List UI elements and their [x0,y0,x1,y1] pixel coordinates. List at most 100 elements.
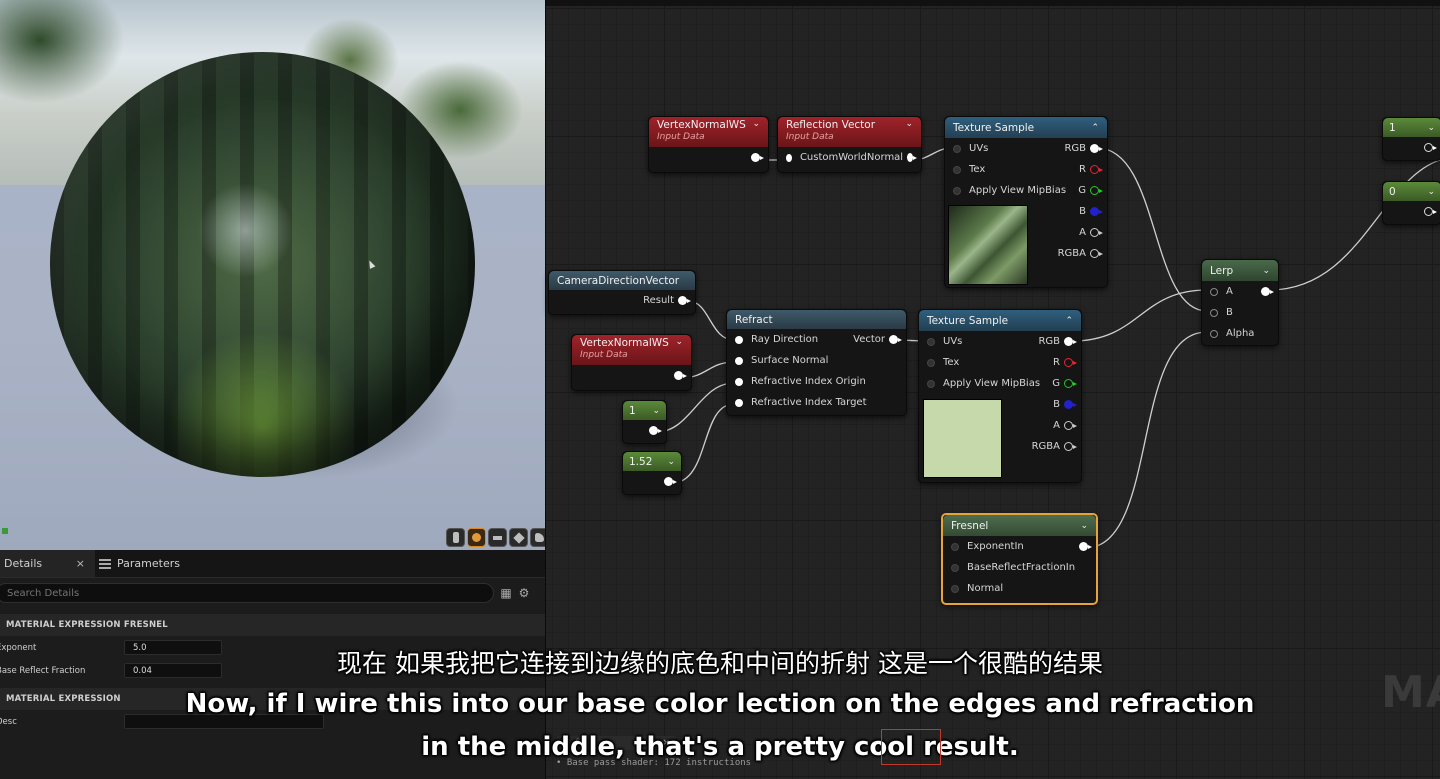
node-header[interactable]: CameraDirectionVector [549,271,695,290]
input-pin[interactable] [735,335,743,344]
output-pin[interactable] [649,426,662,435]
node-header[interactable]: Refract [727,310,906,329]
node-refract[interactable]: Refract Ray Direction Vector Surface Nor… [726,309,907,416]
input-pin[interactable] [786,153,792,162]
node-header[interactable]: Lerp ⌄ [1202,260,1278,281]
node-constant-top-0[interactable]: 0 ⌄ [1382,181,1440,225]
chevron-down-icon[interactable]: ⌄ [652,406,660,416]
node-fresnel[interactable]: Fresnel ⌄ ExponentIn BaseReflectFraction… [941,513,1098,605]
chevron-down-icon[interactable]: ⌄ [1427,187,1435,197]
output-pin[interactable] [1261,287,1274,296]
output-pin[interactable] [751,153,764,162]
node-texture-sample-1[interactable]: Texture Sample ⌃ UVs RGB Tex R Apply Vie… [944,116,1108,288]
pin-row: UVs RGB [945,138,1107,159]
pin-label: Ray Direction [751,334,819,345]
pin-label: B [1053,399,1060,410]
input-pin[interactable] [953,165,961,174]
output-pin[interactable] [1064,379,1077,388]
input-pin[interactable] [951,542,959,551]
output-pin[interactable] [1090,207,1103,216]
output-pin[interactable] [1064,421,1077,430]
input-pin[interactable] [951,563,959,572]
tab-parameters-label: Parameters [117,557,180,570]
output-pin[interactable] [1090,249,1103,258]
input-pin[interactable] [927,358,935,367]
input-pin[interactable] [1210,287,1218,296]
input-pin[interactable] [953,144,961,153]
chevron-down-icon[interactable]: ⌄ [1080,521,1088,531]
table-view-icon[interactable]: ▦ [500,587,512,599]
output-pin[interactable] [907,153,917,162]
input-pin[interactable] [735,398,743,407]
output-pin[interactable] [1064,400,1077,409]
node-vertex-normal-ws[interactable]: VertexNormalWS Input Data ⌄ [648,116,769,173]
input-pin[interactable] [1210,308,1218,317]
output-pin[interactable] [1090,144,1103,153]
chevron-down-icon[interactable]: ⌄ [1262,266,1270,276]
cylinder-icon[interactable] [446,528,465,547]
output-pin[interactable] [889,335,902,344]
plane-icon[interactable] [488,528,507,547]
output-pin[interactable] [664,477,677,486]
search-input[interactable] [0,583,494,603]
node-constant-top-1[interactable]: 1 ⌄ [1382,117,1440,161]
node-lerp[interactable]: Lerp ⌄ A B Alpha [1201,259,1279,346]
node-constant-1-52[interactable]: 1.52 ⌄ [622,451,682,495]
output-pin[interactable] [1090,228,1103,237]
input-pin[interactable] [927,337,935,346]
node-header[interactable]: VertexNormalWS Input Data ⌄ [572,335,691,365]
output-pin[interactable] [1079,542,1092,551]
output-pin[interactable] [674,371,687,380]
node-constant-1[interactable]: 1 ⌄ [622,400,667,444]
node-header[interactable]: Fresnel ⌄ [943,515,1096,536]
chevron-down-icon[interactable]: ⌄ [675,337,683,347]
chevron-down-icon[interactable]: ⌄ [1427,123,1435,133]
output-pin[interactable] [1424,143,1437,152]
chevron-up-icon[interactable]: ⌃ [1065,316,1073,326]
chevron-down-icon[interactable]: ⌄ [752,119,760,129]
input-pin[interactable] [953,186,961,195]
node-header[interactable]: Reflection Vector Input Data ⌄ [778,117,921,147]
output-pin[interactable] [1090,165,1103,174]
node-header[interactable]: Texture Sample ⌃ [919,310,1081,331]
output-pin[interactable] [1090,186,1103,195]
section-header[interactable]: MATERIAL EXPRESSION FRESNEL [0,614,545,636]
input-pin[interactable] [951,584,959,593]
node-subtitle: Input Data [657,132,705,142]
pin-label: UVs [943,336,963,347]
node-header[interactable]: 1.52 ⌄ [623,452,681,471]
node-vertex-normal-ws-2[interactable]: VertexNormalWS Input Data ⌄ [571,334,692,391]
preview-sphere[interactable] [50,52,475,477]
pin-row: Refractive Index Target [727,392,906,413]
pin-label: CustomWorldNormal [799,152,904,163]
node-reflection-vector[interactable]: Reflection Vector Input Data ⌄ CustomWor… [777,116,922,173]
node-header[interactable]: 1 ⌄ [1383,118,1440,137]
gear-icon[interactable]: ⚙ [518,587,530,599]
input-pin[interactable] [735,356,743,365]
node-texture-sample-2[interactable]: Texture Sample ⌃ UVs RGB Tex R Apply Vie… [918,309,1082,483]
chevron-down-icon[interactable]: ⌄ [667,457,675,467]
close-icon[interactable]: × [76,557,85,570]
material-preview-viewport[interactable] [0,0,545,550]
output-pin[interactable] [1424,207,1437,216]
input-pin[interactable] [1210,329,1218,338]
node-header[interactable]: 0 ⌄ [1383,182,1440,201]
output-pin[interactable] [1064,442,1077,451]
cube-icon[interactable] [509,528,528,547]
output-pin[interactable] [678,296,691,305]
tab-details[interactable]: Details × [0,550,95,577]
chevron-up-icon[interactable]: ⌃ [1091,123,1099,133]
pin-label: Normal [967,583,1004,594]
node-header[interactable]: VertexNormalWS Input Data ⌄ [649,117,768,147]
input-pin[interactable] [927,379,935,388]
chevron-down-icon[interactable]: ⌄ [905,119,913,129]
node-header[interactable]: Texture Sample ⌃ [945,117,1107,138]
teapot-icon[interactable] [530,528,545,547]
output-pin[interactable] [1064,358,1077,367]
output-pin[interactable] [1064,337,1077,346]
node-header[interactable]: 1 ⌄ [623,401,666,420]
tab-parameters[interactable]: Parameters [95,550,190,577]
node-camera-direction-vector[interactable]: CameraDirectionVector Result [548,270,696,315]
input-pin[interactable] [735,377,743,386]
sphere-icon[interactable] [467,528,486,547]
